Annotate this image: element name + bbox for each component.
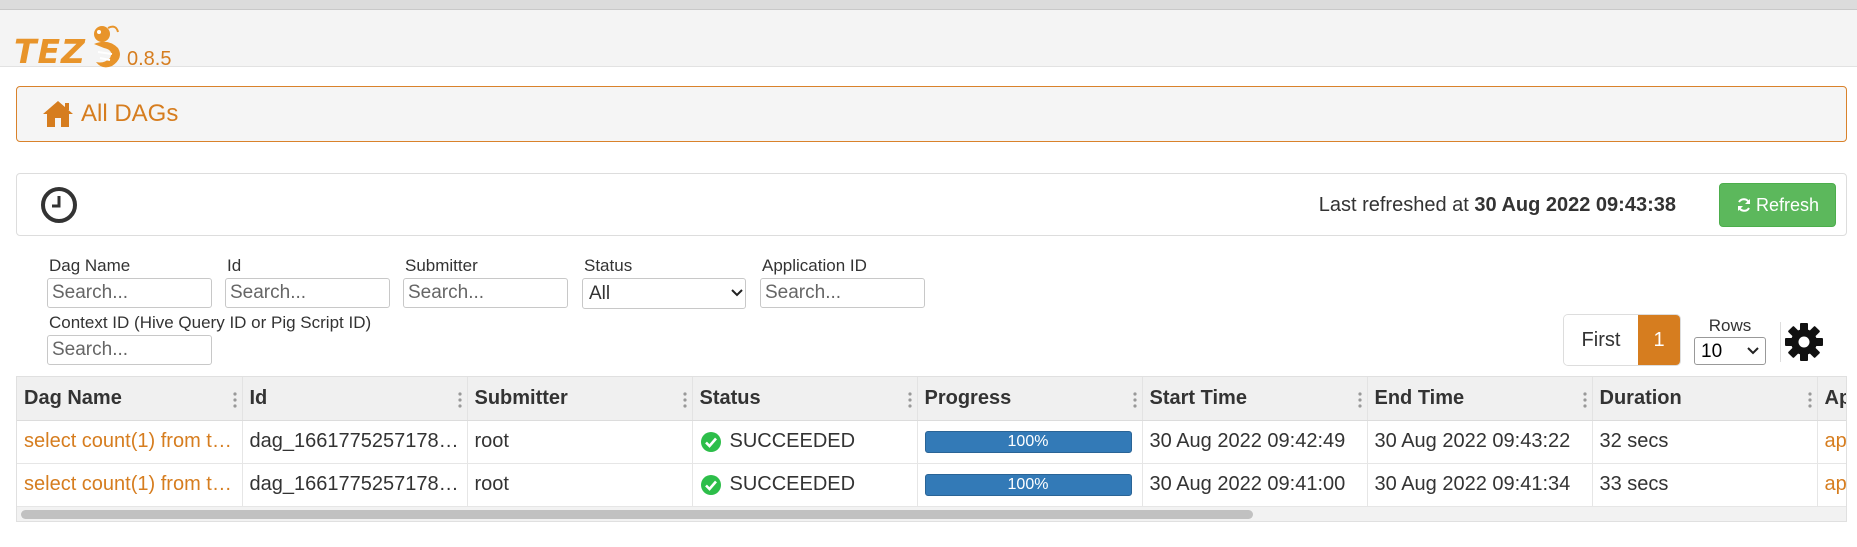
- column-header[interactable]: Ap: [1817, 377, 1846, 421]
- wasp-logo-icon: [93, 25, 120, 68]
- application-link[interactable]: ap: [1825, 430, 1847, 452]
- submitter-cell: root: [467, 420, 693, 464]
- end-time-cell: 30 Aug 2022 09:41:34: [1367, 463, 1593, 507]
- column-header[interactable]: End Time: [1367, 377, 1593, 421]
- dag-name-search-input[interactable]: [47, 278, 212, 308]
- column-resize-icon[interactable]: [1582, 392, 1587, 408]
- rows-per-page: Rows 10: [1694, 316, 1766, 365]
- progress-bar: 100%: [924, 473, 1132, 496]
- browser-top-strip: [0, 0, 1857, 10]
- start-time-cell: 30 Aug 2022 09:42:49: [1142, 420, 1368, 464]
- last-refreshed-text: Last refreshed at 30 Aug 2022 09:43:38: [1319, 194, 1676, 217]
- column-header[interactable]: Dag Name: [17, 377, 243, 421]
- dag-name-cell[interactable]: select count(1) from t…: [17, 463, 243, 507]
- application-cell[interactable]: ap: [1817, 463, 1847, 507]
- column-header[interactable]: Submitter: [467, 377, 693, 421]
- tez-logo[interactable]: TEZ: [14, 24, 126, 70]
- column-resize-icon[interactable]: [1357, 392, 1362, 408]
- table-row: select count(1) from t… dag_166177525717…: [17, 463, 1847, 507]
- column-header[interactable]: Status: [692, 377, 918, 421]
- refresh-button[interactable]: Refresh: [1719, 183, 1836, 227]
- filter-submitter: Submitter: [403, 256, 568, 308]
- status-text: SUCCEEDED: [729, 430, 856, 452]
- column-resize-icon[interactable]: [232, 392, 237, 408]
- progress-cell: 100%: [917, 463, 1143, 507]
- column-header[interactable]: Progress: [917, 377, 1143, 421]
- progress-bar: 100%: [924, 430, 1132, 453]
- column-resize-icon[interactable]: [907, 392, 912, 408]
- success-check-icon: [700, 474, 721, 495]
- dag-name-link[interactable]: select count(1) from t…: [24, 430, 232, 452]
- filter-context-id: Context ID (Hive Query ID or Pig Script …: [47, 313, 372, 365]
- dag-id-cell: dag_1661775257178…: [242, 463, 468, 507]
- start-time-cell: 30 Aug 2022 09:41:00: [1142, 463, 1368, 507]
- last-refreshed-prefix: Last refreshed at: [1318, 194, 1475, 216]
- status-cell: SUCCEEDED: [692, 463, 918, 507]
- first-page-button[interactable]: First: [1564, 315, 1638, 365]
- status-text: SUCCEEDED: [729, 473, 856, 495]
- clock-icon[interactable]: [40, 186, 78, 224]
- filter-context-id-label: Context ID (Hive Query ID or Pig Script …: [49, 313, 372, 332]
- dag-id-cell: dag_1661775257178…: [242, 420, 468, 464]
- table-row: select count(1) from t… dag_166177525717…: [17, 420, 1847, 464]
- filter-dag-name: Dag Name: [47, 256, 212, 308]
- application-cell[interactable]: ap: [1817, 420, 1847, 464]
- filter-application-id-label: Application ID: [762, 256, 867, 275]
- current-page-button[interactable]: 1: [1638, 315, 1680, 365]
- filter-id-label: Id: [227, 256, 242, 275]
- column-resize-icon[interactable]: [682, 392, 687, 408]
- app-version: 0.8.5: [127, 48, 172, 70]
- filter-submitter-label: Submitter: [405, 256, 478, 275]
- filter-status: Status All: [582, 256, 746, 309]
- breadcrumb: All DAGs: [16, 86, 1847, 142]
- dags-table-container: Dag Name Id Submitter Status Progress St…: [16, 376, 1847, 522]
- rows-select[interactable]: 10: [1694, 337, 1766, 365]
- context-id-search-input[interactable]: [47, 335, 212, 365]
- success-check-icon: [700, 431, 721, 452]
- last-refreshed-timestamp: 30 Aug 2022 09:43:38: [1474, 194, 1676, 216]
- filter-id: Id: [225, 256, 390, 308]
- refresh-panel: Last refreshed at 30 Aug 2022 09:43:38 R…: [16, 173, 1847, 236]
- refresh-button-label: Refresh: [1755, 194, 1820, 215]
- duration-cell: 33 secs: [1592, 463, 1818, 507]
- end-time-cell: 30 Aug 2022 09:43:22: [1367, 420, 1593, 464]
- column-resize-icon[interactable]: [1807, 392, 1812, 408]
- logo-text: TEZ: [14, 32, 86, 71]
- dag-name-link[interactable]: select count(1) from t…: [24, 473, 232, 495]
- pagination: First 1: [1563, 314, 1681, 366]
- column-resize-icon[interactable]: [1132, 392, 1137, 408]
- rows-label: Rows: [1708, 316, 1752, 335]
- application-id-search-input[interactable]: [760, 278, 925, 308]
- status-cell: SUCCEEDED: [692, 420, 918, 464]
- filter-application-id: Application ID: [760, 256, 925, 308]
- breadcrumb-all-dags[interactable]: All DAGs: [81, 100, 178, 128]
- app-header: TEZ 0.8.5: [0, 10, 1857, 70]
- status-select[interactable]: All: [582, 278, 746, 309]
- refresh-icon: [1737, 198, 1750, 212]
- table-header-row: Dag Name Id Submitter Status Progress St…: [17, 377, 1846, 421]
- column-resize-icon[interactable]: [457, 392, 462, 408]
- horizontal-scrollbar[interactable]: [17, 507, 1846, 521]
- filter-status-label: Status: [584, 256, 633, 275]
- column-header[interactable]: Id: [242, 377, 468, 421]
- divider: [1780, 322, 1781, 362]
- duration-cell: 32 secs: [1592, 420, 1818, 464]
- column-header[interactable]: Start Time: [1142, 377, 1368, 421]
- column-header[interactable]: Duration: [1592, 377, 1818, 421]
- id-search-input[interactable]: [225, 278, 390, 308]
- submitter-cell: root: [467, 463, 693, 507]
- home-icon[interactable]: [41, 99, 75, 129]
- progress-cell: 100%: [917, 420, 1143, 464]
- gear-icon[interactable]: [1784, 322, 1824, 362]
- scrollbar-thumb[interactable]: [21, 510, 1253, 519]
- filter-dag-name-label: Dag Name: [49, 256, 131, 275]
- dags-table: Dag Name Id Submitter Status Progress St…: [17, 377, 1847, 507]
- submitter-search-input[interactable]: [403, 278, 568, 308]
- dag-name-cell[interactable]: select count(1) from t…: [17, 420, 243, 464]
- application-link[interactable]: ap: [1825, 473, 1847, 495]
